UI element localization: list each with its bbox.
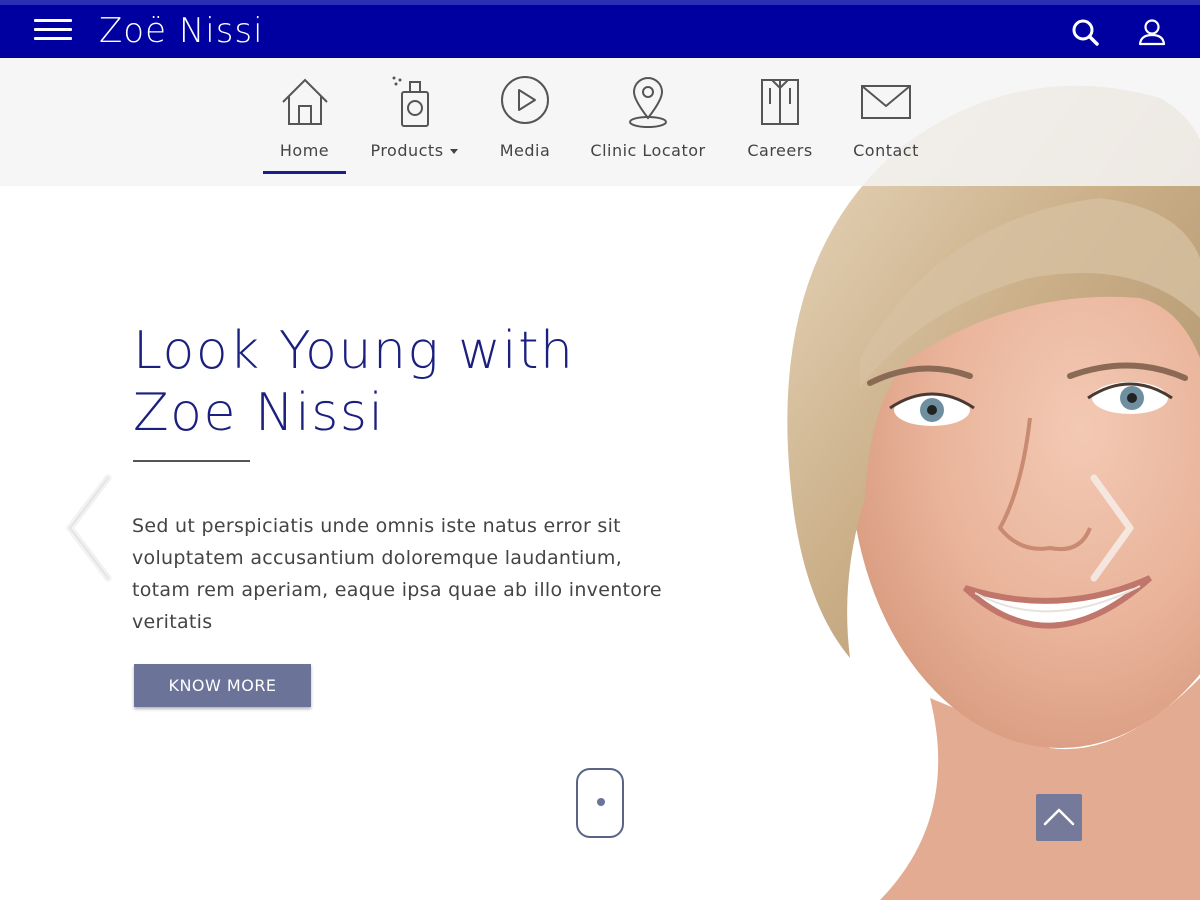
hamburger-icon[interactable] (34, 19, 74, 43)
hamburger-line (34, 19, 72, 22)
perfume-bottle-icon (386, 74, 442, 130)
chevron-up-icon[interactable] (1036, 794, 1082, 841)
shirt-icon (752, 74, 808, 130)
envelope-icon (858, 74, 914, 130)
main-nav: Home Products Media Clinic Locator Caree… (0, 58, 1200, 186)
nav-item-careers[interactable]: Careers (742, 58, 818, 186)
caret-down-icon (449, 149, 458, 154)
hero-title: Look Young with Zoe Nissi (133, 321, 575, 443)
nav-label: Careers (747, 141, 813, 160)
nav-item-contact[interactable]: Contact (849, 58, 923, 186)
nav-label: Clinic Locator (590, 141, 706, 160)
mouse-scroll-icon[interactable] (576, 768, 624, 838)
hamburger-line (34, 28, 72, 31)
active-underline (263, 171, 346, 174)
hamburger-line (34, 37, 72, 40)
know-more-button[interactable]: KNOW MORE (134, 664, 311, 707)
location-pin-icon (620, 74, 676, 130)
home-icon (277, 74, 333, 130)
play-icon (497, 74, 553, 130)
user-icon[interactable] (1137, 17, 1167, 47)
nav-item-home[interactable]: Home (263, 58, 346, 186)
search-icon[interactable] (1070, 17, 1100, 47)
nav-label: Products (365, 141, 463, 160)
nav-label: Home (279, 141, 330, 160)
chevron-left-icon[interactable] (60, 470, 120, 586)
brand-logo[interactable]: Zoë Nissi (99, 11, 264, 51)
nav-item-products[interactable]: Products (365, 58, 463, 186)
nav-label: Media (499, 141, 551, 160)
chevron-right-icon[interactable] (1082, 470, 1142, 586)
top-bar: Zoë Nissi (0, 5, 1200, 58)
scroll-dot (597, 798, 605, 806)
hero-divider (133, 460, 250, 462)
nav-item-media[interactable]: Media (492, 58, 558, 186)
hero-body-text: Sed ut perspiciatis unde omnis iste natu… (132, 515, 662, 633)
nav-item-clinic-locator[interactable]: Clinic Locator (586, 58, 710, 186)
nav-label: Contact (853, 141, 919, 160)
nav-label-text: Products (370, 141, 444, 160)
